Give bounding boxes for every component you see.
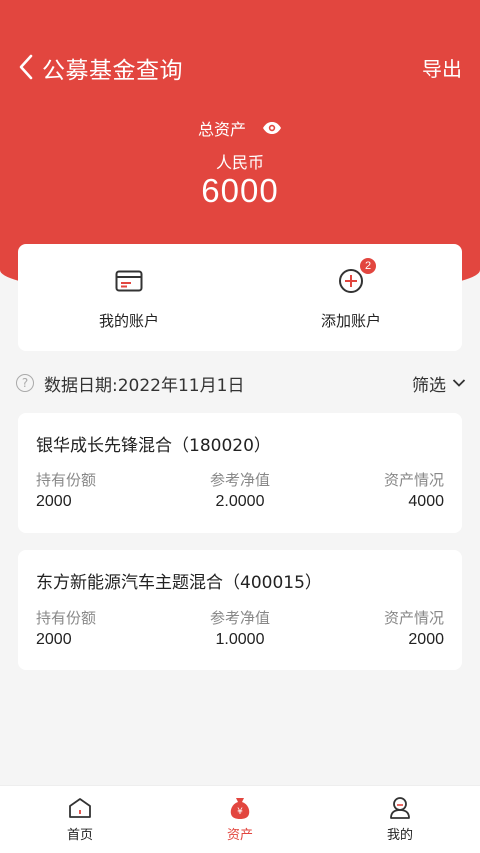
assets-column: 资产情况 4000 — [384, 469, 444, 511]
page-title: 公募基金查询 — [42, 58, 183, 84]
fund-name: 银华成长先锋混合（180020） — [36, 436, 271, 456]
assets-column: 资产情况 2000 — [384, 607, 444, 649]
add-account-button[interactable]: 2 添加账户 — [240, 244, 462, 351]
my-account-button[interactable]: 我的账户 — [18, 244, 240, 351]
my-account-label: 我的账户 — [98, 312, 159, 330]
assets-header: 资产情况 — [383, 609, 444, 627]
data-date-row: ? 数据日期:2022年11月1日 筛选 — [16, 371, 466, 396]
eye-icon[interactable] — [262, 121, 282, 135]
assets-value: 4000 — [408, 493, 444, 510]
fund-card[interactable]: 东方新能源汽车主题混合（400015） 持有份额 2000 参考净值 1.000… — [18, 550, 462, 670]
fund-name: 东方新能源汽车主题混合（400015） — [36, 573, 322, 593]
export-button[interactable]: 导出 — [422, 53, 462, 82]
profile-icon — [387, 796, 413, 820]
filter-label: 筛选 — [412, 375, 446, 396]
tab-profile[interactable]: 我的 — [320, 786, 480, 853]
back-button[interactable] — [14, 52, 38, 82]
filter-button[interactable]: 筛选 — [412, 371, 466, 396]
assets-value: 2000 — [408, 631, 444, 648]
assets-header: 资产情况 — [383, 471, 444, 489]
chevron-left-icon — [19, 54, 33, 80]
question-icon[interactable]: ? — [16, 374, 34, 392]
fund-card[interactable]: 银华成长先锋混合（180020） 持有份额 2000 参考净值 2.0000 资… — [18, 413, 462, 533]
currency-label: 人民币 — [215, 153, 264, 172]
tab-home-label: 首页 — [66, 828, 93, 843]
money-bag-icon: ¥ — [227, 796, 253, 820]
tab-assets[interactable]: ¥ 资产 — [160, 786, 320, 853]
tab-profile-label: 我的 — [386, 828, 413, 843]
total-assets-label: 总资产 — [197, 120, 246, 139]
add-account-label: 添加账户 — [320, 312, 381, 330]
data-date: 数据日期:2022年11月1日 — [44, 375, 245, 396]
notification-badge: 2 — [360, 258, 376, 274]
total-assets-value: 6000 — [201, 172, 279, 209]
svg-text:¥: ¥ — [237, 807, 243, 817]
bottom-tab-bar: 首页 ¥ 资产 我的 — [0, 785, 480, 853]
total-assets-row: 总资产 — [0, 116, 480, 140]
tab-home[interactable]: 首页 — [0, 786, 160, 853]
chevron-down-icon — [452, 379, 466, 387]
home-icon — [67, 796, 93, 820]
account-actions-card: 我的账户 2 添加账户 — [18, 244, 462, 351]
add-circle-icon: 2 — [336, 258, 376, 294]
card-icon — [114, 268, 144, 294]
tab-assets-label: 资产 — [226, 828, 253, 843]
